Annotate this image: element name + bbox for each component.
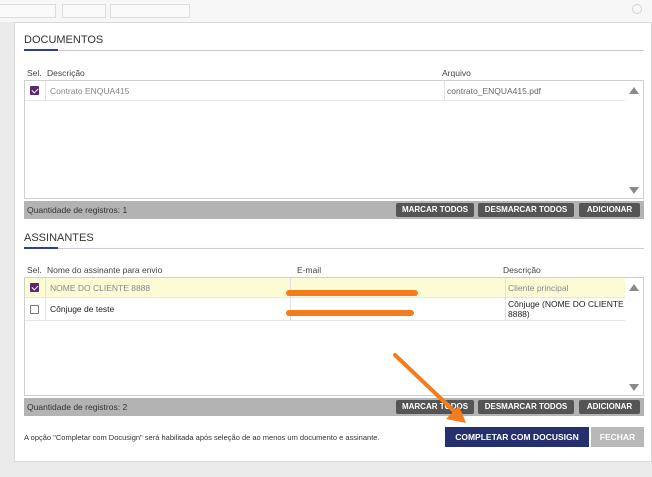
desmarcar-todos-button[interactable]: DESMARCAR TODOS: [478, 400, 574, 414]
adicionar-button[interactable]: ADICIONAR: [579, 203, 640, 217]
assinantes-title: ASSINANTES: [24, 232, 94, 244]
title-accent: [24, 49, 58, 51]
desmarcar-todos-button[interactable]: DESMARCAR TODOS: [478, 203, 574, 217]
background-toolbar: [0, 0, 652, 22]
divider: [45, 81, 46, 101]
redaction-mark: [286, 290, 418, 296]
row-checkbox[interactable]: [30, 283, 39, 292]
background-field: [62, 4, 106, 18]
documentos-grid: Contrato ENQUA415 contrato_ENQUA415.pdf: [24, 80, 644, 199]
background-field: [0, 4, 56, 18]
col-email[interactable]: E-mail: [297, 265, 321, 275]
assinantes-scrollbar[interactable]: [625, 278, 643, 395]
completar-docusign-button[interactable]: COMPLETAR COM DOCUSIGN: [445, 427, 589, 447]
record-count: Quantidade de registros: 2: [27, 402, 128, 412]
marcar-todos-button[interactable]: MARCAR TODOS: [396, 400, 474, 414]
assinante-nome: NOME DO CLIENTE 8888: [50, 283, 151, 293]
scroll-down-icon[interactable]: [629, 384, 639, 391]
assinante-nome: Cônjuge de teste: [50, 304, 115, 314]
scroll-down-icon[interactable]: [629, 187, 639, 194]
divider: [444, 81, 445, 101]
info-note: A opção "Completar com Docusign" será ha…: [24, 433, 380, 442]
col-descricao[interactable]: Descrição: [503, 265, 541, 275]
assinante-descricao: Cliente principal: [508, 283, 569, 293]
background-field: [110, 4, 190, 18]
redaction-mark: [286, 310, 414, 316]
record-count: Quantidade de registros: 1: [27, 205, 128, 215]
fechar-button[interactable]: FECHAR: [591, 427, 644, 447]
title-accent: [24, 247, 58, 249]
assinante-descricao: Cônjuge (NOME DO CLIENTE 8888): [508, 299, 624, 319]
divider: [24, 248, 644, 249]
documento-arquivo[interactable]: contrato_ENQUA415.pdf: [447, 81, 541, 101]
documentos-title: DOCUMENTOS: [24, 34, 104, 46]
row-checkbox[interactable]: [30, 305, 39, 314]
col-sel: Sel.: [27, 265, 42, 275]
assinantes-footer: Quantidade de registros: 2 MARCAR TODOS …: [24, 398, 644, 416]
marcar-todos-button[interactable]: MARCAR TODOS: [396, 203, 474, 217]
documento-descricao: Contrato ENQUA415: [50, 86, 130, 96]
scroll-up-icon[interactable]: [629, 87, 639, 94]
documentos-scrollbar[interactable]: [625, 81, 643, 198]
divider: [24, 50, 644, 51]
table-row[interactable]: Contrato ENQUA415 contrato_ENQUA415.pdf: [25, 81, 626, 101]
divider: [45, 298, 46, 321]
documentos-footer: Quantidade de registros: 1 MARCAR TODOS …: [24, 201, 644, 219]
col-descricao[interactable]: Descrição: [47, 68, 85, 78]
row-checkbox[interactable]: [30, 86, 39, 95]
docusign-dialog: DOCUMENTOS Sel. Descrição Arquivo Contra…: [14, 22, 652, 462]
col-nome[interactable]: Nome do assinante para envio: [47, 265, 162, 275]
divider: [45, 278, 46, 298]
adicionar-button[interactable]: ADICIONAR: [579, 400, 640, 414]
divider: [505, 298, 506, 321]
background-search-icon: [632, 4, 642, 14]
col-sel: Sel.: [27, 68, 42, 78]
col-arquivo[interactable]: Arquivo: [442, 68, 471, 78]
divider: [505, 278, 506, 298]
scroll-up-icon[interactable]: [629, 284, 639, 291]
